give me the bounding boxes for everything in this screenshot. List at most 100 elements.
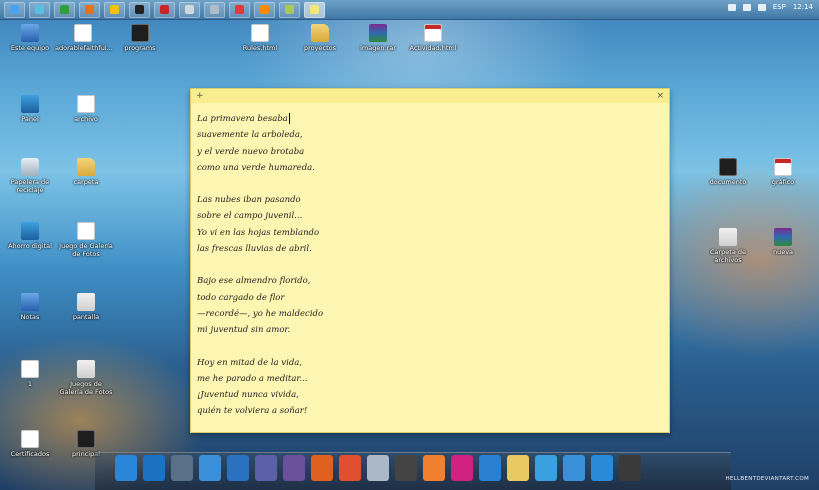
watermark-text: HELLBENTDEVIANTART.COM [725,476,809,482]
pdf-icon [774,158,792,176]
browser-icon[interactable] [367,455,389,481]
chat-icon[interactable] [563,455,585,481]
dark-icon [719,158,737,176]
desktop-icon[interactable]: Ahorro digital [2,222,58,250]
gear-icon[interactable] [591,455,613,481]
sticky-note[interactable]: + × La primavera besaba suavemente la arb… [190,88,670,433]
note-stanza: La primavera besaba suavemente la arboled… [197,111,663,176]
desktop-icon[interactable]: Papelera de reciclaje [2,158,58,194]
desktop-icon[interactable]: Juego de Galería de Fotos [58,222,114,258]
dark-icon [131,24,149,42]
desktop-icon[interactable]: Juegos de Galería de Fotos [58,360,114,396]
desktop-icon[interactable]: Carpeta de archivos [700,228,756,264]
desktop-icon[interactable]: programs [112,24,168,52]
win-icon [719,228,737,246]
win-icon [77,293,95,311]
add-note-icon[interactable]: + [196,91,204,101]
desktop-icon[interactable]: imagen.rar [350,24,406,52]
git-icon[interactable] [339,455,361,481]
desktop-icon-label: Juegos de Galería de Fotos [59,380,113,396]
taskbar-button[interactable] [304,1,325,18]
desktop-icon-label: Notas [20,313,40,321]
cube-icon[interactable] [171,455,193,481]
folder-blue-icon[interactable] [115,455,137,481]
desktop-icon[interactable]: pantalla [58,293,114,321]
video-icon[interactable] [395,455,417,481]
network-icon[interactable] [742,3,751,11]
taskbar-button[interactable] [79,1,100,18]
note-stanza: Hoy en mitad de la vida, me he parado a m… [197,355,663,420]
pdf-icon [424,24,442,42]
folder-icon [311,24,329,42]
desktop-icon[interactable]: nueva [755,228,811,256]
desktop-icon[interactable]: Certificados [2,430,58,458]
windows-tile-icon[interactable] [143,455,165,481]
folder-icon[interactable] [507,455,529,481]
taskbar-button[interactable] [129,1,150,18]
desktop-icon[interactable]: carpeta [58,158,114,186]
window-icon[interactable] [535,455,557,481]
taskbar-button[interactable] [254,1,275,18]
doc-icon [77,222,95,240]
system-tray: ESP 12:14 [727,3,813,11]
bin-icon [21,158,39,176]
edge-icon[interactable] [479,455,501,481]
text-caret [288,113,290,124]
desktop-icon[interactable]: Notas [2,293,58,321]
taskbar-button[interactable] [104,1,125,18]
firefox-icon [85,5,94,14]
desktop-icon-label: imagen.rar [360,44,396,52]
download-icon[interactable] [311,455,333,481]
desktop-icon-label: archivo [74,115,98,123]
pdf-icon [160,5,169,14]
circle-icon[interactable] [283,455,305,481]
desktop-icon[interactable]: Rules.html [232,24,288,52]
screen-icon[interactable] [619,455,641,481]
battery-icon[interactable] [727,3,736,11]
language-indicator[interactable]: ESP [773,3,786,11]
media-icon [260,5,269,14]
note-line: ¡Juventud nunca vivida, [197,390,299,401]
volume-icon[interactable] [757,3,766,11]
note-line: Bajo ese almendro florido, [197,276,311,287]
note-line: mi juventud sin amor. [197,325,291,336]
desktop-icon[interactable]: Este equipo [2,24,58,52]
desktop-icon[interactable]: gráfico [755,158,811,186]
desktop-icon-label: gráfico [771,178,795,186]
note-line: —recordé—, yo he maldecido [197,308,324,319]
chrome-icon [110,5,119,14]
screenshot-icon[interactable] [227,455,249,481]
app-icon [21,222,39,240]
desktop-icon[interactable]: 1 [2,360,58,388]
desktop-icon[interactable]: documento [700,158,756,186]
taskbar-button[interactable] [179,1,200,18]
app-pink-icon[interactable] [451,455,473,481]
taskbar-button[interactable] [29,1,50,18]
taskbar-button[interactable] [54,1,75,18]
desktop-icon[interactable]: Actividad.html [405,24,461,52]
desktop-icon-label: pantalla [72,313,100,321]
home-icon[interactable] [423,455,445,481]
note-line: las frescas lluvias de abril. [197,244,312,255]
desktop-icon-label: documento [709,178,747,186]
win-icon [77,360,95,378]
desktop-icon-label: Carpeta de archivos [709,248,747,264]
desktop-icon[interactable]: Panel [2,95,58,123]
dash-icon[interactable] [199,455,221,481]
desktop-icon[interactable]: archivo [58,95,114,123]
windows-icon [10,5,19,14]
taskbar: ESP 12:14 [0,0,819,20]
note-text-area[interactable]: La primavera besaba suavemente la arboled… [191,103,669,444]
doc-icon [251,24,269,42]
taskbar-button[interactable] [154,1,175,18]
taskbar-button[interactable] [229,1,250,18]
desktop-icon[interactable]: proyectos [292,24,348,52]
close-note-icon[interactable]: × [656,91,664,101]
circle-icon[interactable] [255,455,277,481]
taskbar-button[interactable] [279,1,300,18]
taskbar-button[interactable] [4,1,25,18]
clock[interactable]: 12:14 [793,3,813,11]
desktop-icon[interactable]: adorablefaithful... [55,24,113,52]
taskbar-button[interactable] [204,1,225,18]
note-line: todo cargado de flor [197,292,285,303]
